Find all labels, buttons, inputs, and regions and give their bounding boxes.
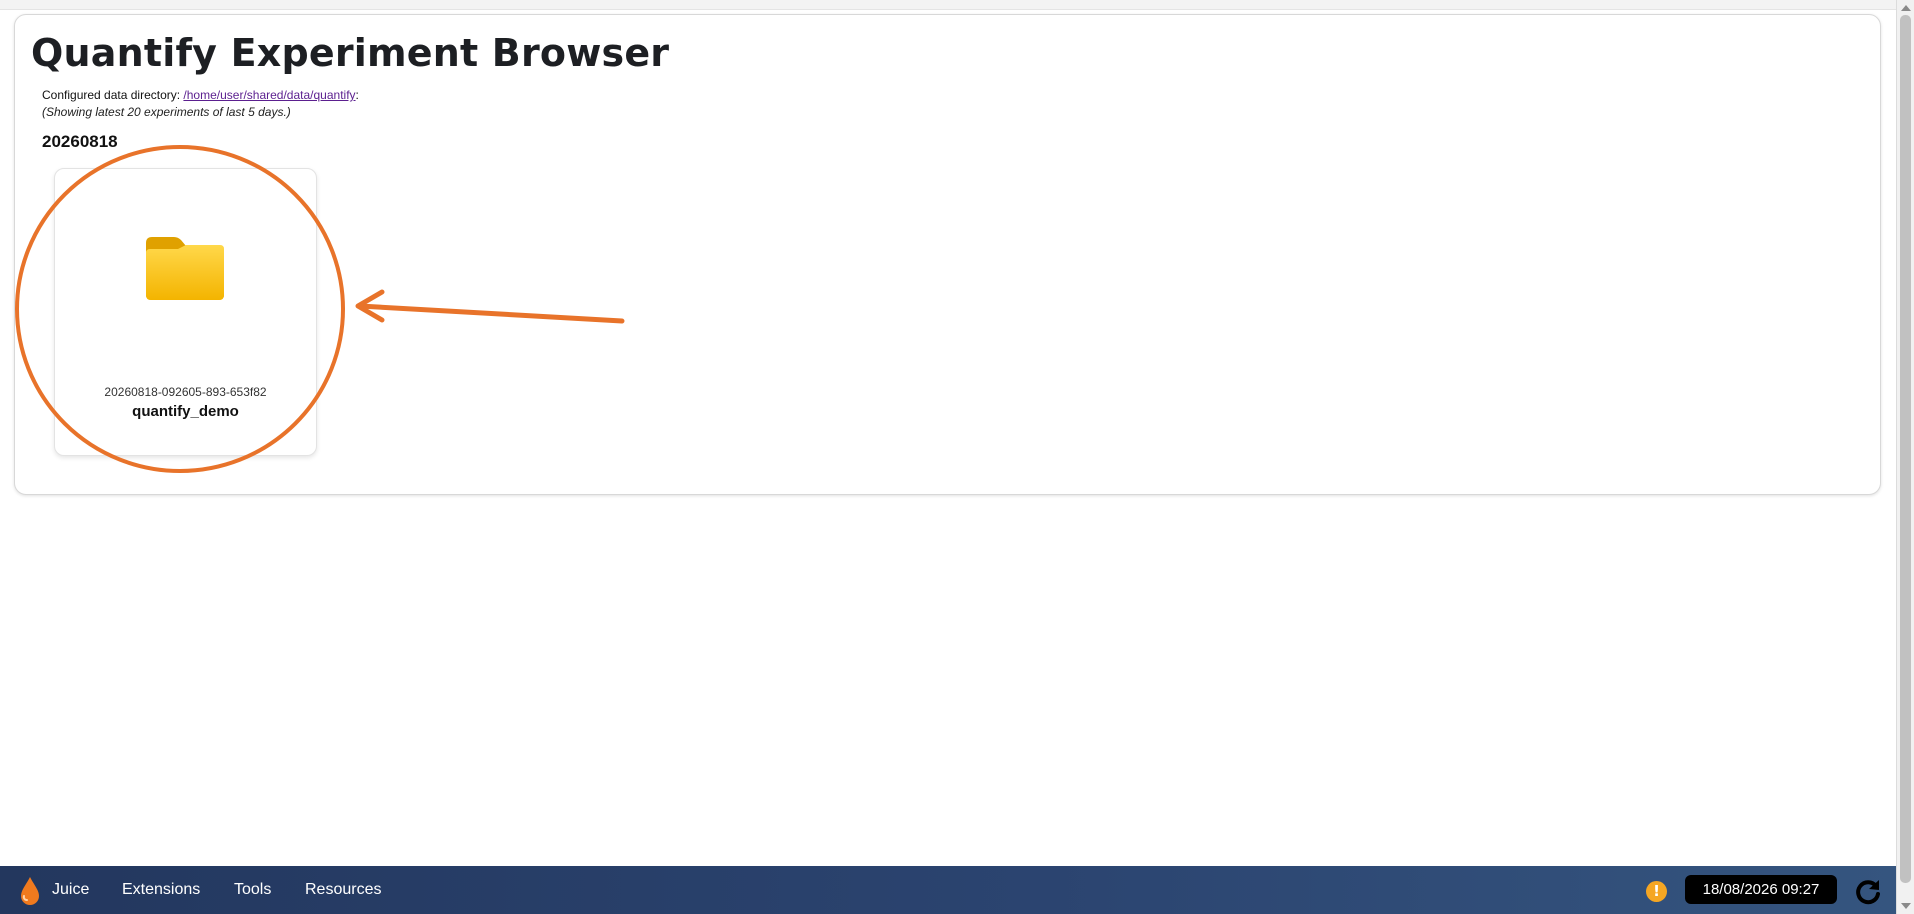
taskbar: Juice Extensions Tools Resources bbox=[0, 866, 1896, 914]
vertical-scrollbar[interactable] bbox=[1896, 0, 1914, 914]
experiment-name: quantify_demo bbox=[132, 403, 239, 420]
experiment-browser-panel: Quantify Experiment Browser Configured d… bbox=[14, 14, 1881, 495]
refresh-icon[interactable] bbox=[1854, 877, 1882, 905]
browser-viewport: Quantify Experiment Browser Configured d… bbox=[0, 0, 1896, 914]
folder-icon bbox=[146, 237, 224, 300]
scroll-down-icon[interactable] bbox=[1901, 903, 1911, 909]
taskbar-item-extensions[interactable]: Extensions bbox=[122, 866, 200, 914]
config-label: Configured data directory: bbox=[42, 88, 184, 102]
clock[interactable]: 18/08/2026 09:27 bbox=[1685, 875, 1837, 904]
taskbar-item-tools[interactable]: Tools bbox=[234, 866, 271, 914]
warning-icon[interactable]: ! bbox=[1646, 881, 1667, 902]
config-suffix: : bbox=[355, 88, 359, 102]
juice-drop-icon[interactable] bbox=[19, 876, 41, 906]
experiment-id: 20260818-092605-893-653f82 bbox=[104, 385, 267, 399]
page-title: Quantify Experiment Browser bbox=[31, 31, 670, 75]
top-edge bbox=[0, 0, 1896, 10]
date-group-heading: 20260818 bbox=[42, 132, 118, 151]
experiment-card[interactable]: 20260818-092605-893-653f82 quantify_demo bbox=[54, 168, 317, 456]
data-directory-link[interactable]: /home/user/shared/data/quantify bbox=[183, 88, 355, 102]
scroll-thumb[interactable] bbox=[1900, 15, 1911, 883]
config-line: Configured data directory: /home/user/sh… bbox=[42, 88, 359, 102]
showing-note: (Showing latest 20 experiments of last 5… bbox=[42, 105, 291, 119]
taskbar-item-juice[interactable]: Juice bbox=[52, 866, 89, 914]
scroll-up-icon[interactable] bbox=[1901, 5, 1911, 11]
taskbar-item-resources[interactable]: Resources bbox=[305, 866, 381, 914]
